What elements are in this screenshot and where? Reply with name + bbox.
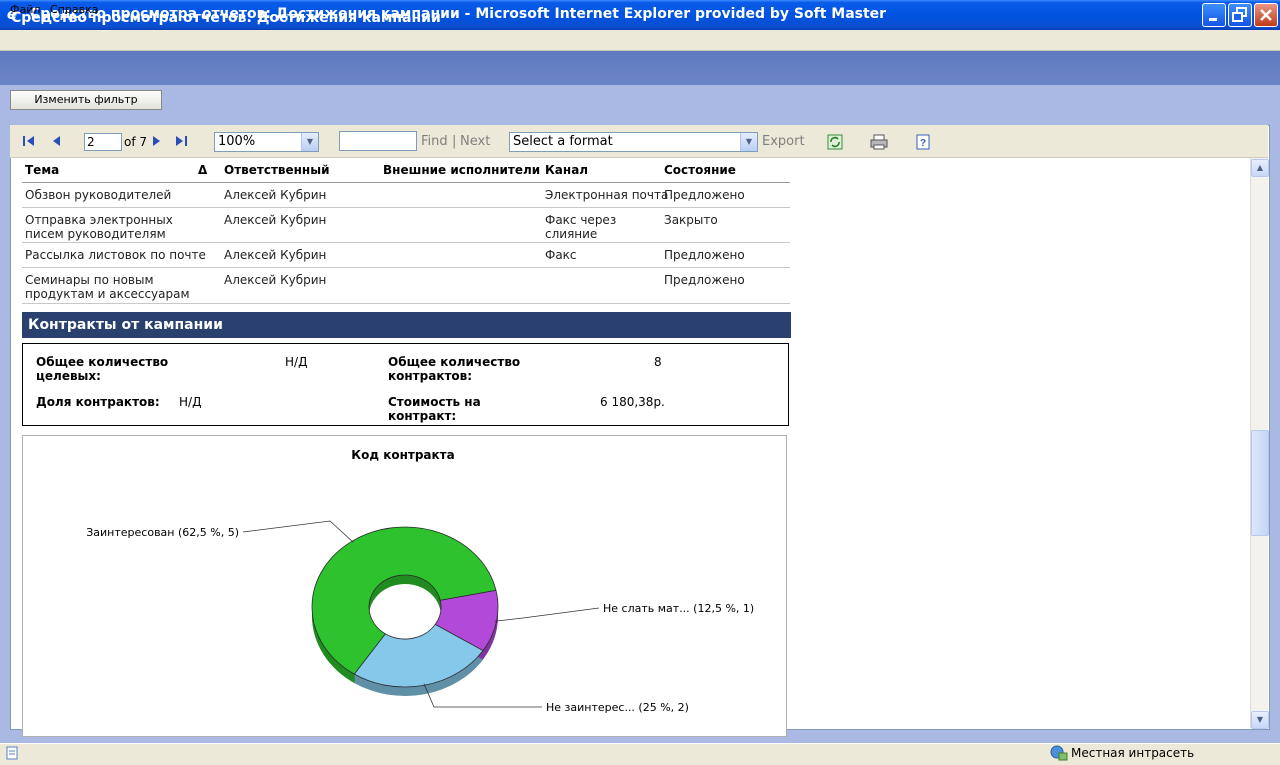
format-select-value: Select a format xyxy=(513,134,613,149)
cell-topic-line2: писем руководителям xyxy=(25,227,166,241)
chart-title: Код контракта xyxy=(351,448,454,462)
total-targets-value: Н/Д xyxy=(285,355,308,369)
share-value: Н/Д xyxy=(179,395,202,409)
export-link[interactable]: Export xyxy=(762,134,805,149)
scroll-down-button[interactable]: ▼ xyxy=(1251,711,1269,729)
cell-state: Закрыто xyxy=(664,213,718,227)
cell-owner: Алексей Кубрин xyxy=(224,273,327,287)
report-header xyxy=(0,51,1280,85)
last-page-icon[interactable] xyxy=(174,134,188,148)
cell-channel: Факс xyxy=(545,248,577,262)
section-title: Контракты от кампании xyxy=(28,317,223,333)
find-link[interactable]: Find xyxy=(421,134,448,149)
chart-slice-label: Не слать мат... (12,5 %, 1) xyxy=(603,602,754,615)
chart-slice-label: Заинтересован (62,5 %, 5) xyxy=(86,526,239,539)
cell-channel: Электронная почта xyxy=(545,188,669,202)
scroll-up-button[interactable]: ▲ xyxy=(1251,159,1269,177)
scroll-thumb[interactable] xyxy=(1251,430,1269,536)
chart-slice-label: Не заинтерес... (25 %, 2) xyxy=(546,701,689,714)
first-page-icon[interactable] xyxy=(22,134,36,148)
row-divider xyxy=(22,207,790,208)
previous-page-icon[interactable] xyxy=(50,134,64,148)
next-page-icon[interactable] xyxy=(149,134,163,148)
label-line: Стоимость на xyxy=(388,395,481,409)
cell-topic: Обзвон руководителей xyxy=(25,188,172,202)
print-icon[interactable] xyxy=(870,134,888,150)
refresh-icon[interactable] xyxy=(827,134,843,150)
donut-chart: Код контракта Заинтересован (62,5 %, 5) Н… xyxy=(86,448,754,714)
chart-leader-line xyxy=(494,607,600,622)
svg-text:?: ? xyxy=(920,138,926,149)
column-header-channel[interactable]: Канал xyxy=(545,163,588,177)
cost-label: Стоимость на контракт: xyxy=(388,395,481,423)
zoom-select[interactable]: 100% ▼ xyxy=(214,132,319,152)
page-number-input[interactable]: 2 xyxy=(84,133,122,151)
cell-topic: Рассылка листовок по почте xyxy=(25,248,206,262)
cell-owner: Алексей Кубрин xyxy=(224,248,327,262)
column-header-topic[interactable]: Тема xyxy=(25,163,59,177)
label-line: контрактов: xyxy=(388,369,473,383)
chevron-down-icon[interactable]: ▼ xyxy=(301,133,318,151)
help-icon[interactable]: ? xyxy=(915,134,931,150)
cost-value: 6 180,38р. xyxy=(600,395,665,409)
page-icon xyxy=(6,746,18,760)
row-divider xyxy=(22,303,790,304)
label-line: целевых: xyxy=(36,369,101,383)
next-link[interactable]: Next xyxy=(460,134,490,149)
security-zone: Местная интрасеть xyxy=(1071,746,1195,760)
format-select[interactable]: Select a format ▼ xyxy=(509,132,758,152)
sort-delta-icon[interactable]: Δ xyxy=(198,163,207,177)
page-title: Средство просмотра отчетов: Достижения к… xyxy=(11,10,441,26)
restore-icon xyxy=(1232,7,1247,22)
cell-owner: Алексей Кубрин xyxy=(224,213,327,227)
label-line: контракт: xyxy=(388,409,457,423)
total-targets-label: Общее количество целевых: xyxy=(36,355,168,383)
row-divider xyxy=(22,242,790,243)
total-contracts-label: Общее количество контрактов: xyxy=(388,355,520,383)
cell-channel-line2: слияние xyxy=(545,227,598,241)
column-header-owner[interactable]: Ответственный xyxy=(224,163,330,177)
zoom-value: 100% xyxy=(218,134,256,149)
chevron-down-icon[interactable]: ▼ xyxy=(740,133,757,151)
close-button[interactable] xyxy=(1254,3,1278,27)
share-label: Доля контрактов: xyxy=(36,395,160,409)
cell-state: Предложено xyxy=(664,248,745,262)
chart-leader-line xyxy=(242,520,354,543)
total-contracts-value: 8 xyxy=(654,355,662,369)
label-line: Общее количество xyxy=(36,355,169,369)
toolbar-separator: | xyxy=(452,134,457,149)
cell-topic: Отправка электронных xyxy=(25,213,173,227)
cell-owner: Алексей Кубрин xyxy=(224,188,327,202)
page-count: of 7 xyxy=(124,135,148,149)
minimize-icon xyxy=(1209,18,1217,21)
cell-state: Предложено xyxy=(664,273,745,287)
restore-button[interactable] xyxy=(1228,3,1252,27)
menu-bar xyxy=(0,30,1280,51)
column-header-external[interactable]: Внешние исполнители xyxy=(383,163,540,177)
intranet-zone-icon xyxy=(1050,745,1068,761)
row-divider xyxy=(22,267,790,268)
close-icon xyxy=(1260,9,1272,21)
change-filter-button[interactable]: Изменить фильтр xyxy=(10,90,162,110)
column-header-state[interactable]: Состояние xyxy=(664,163,736,177)
label-line: Общее количество xyxy=(388,355,521,369)
chart-slices xyxy=(311,526,499,688)
cell-channel: Факс через xyxy=(545,213,617,227)
find-input[interactable] xyxy=(339,131,417,151)
minimize-button[interactable] xyxy=(1202,3,1226,27)
header-divider xyxy=(22,182,790,183)
cell-topic-line2: продуктам и аксессуарам xyxy=(25,287,190,301)
cell-state: Предложено xyxy=(664,188,745,202)
cell-topic: Семинары по новым xyxy=(25,273,154,287)
